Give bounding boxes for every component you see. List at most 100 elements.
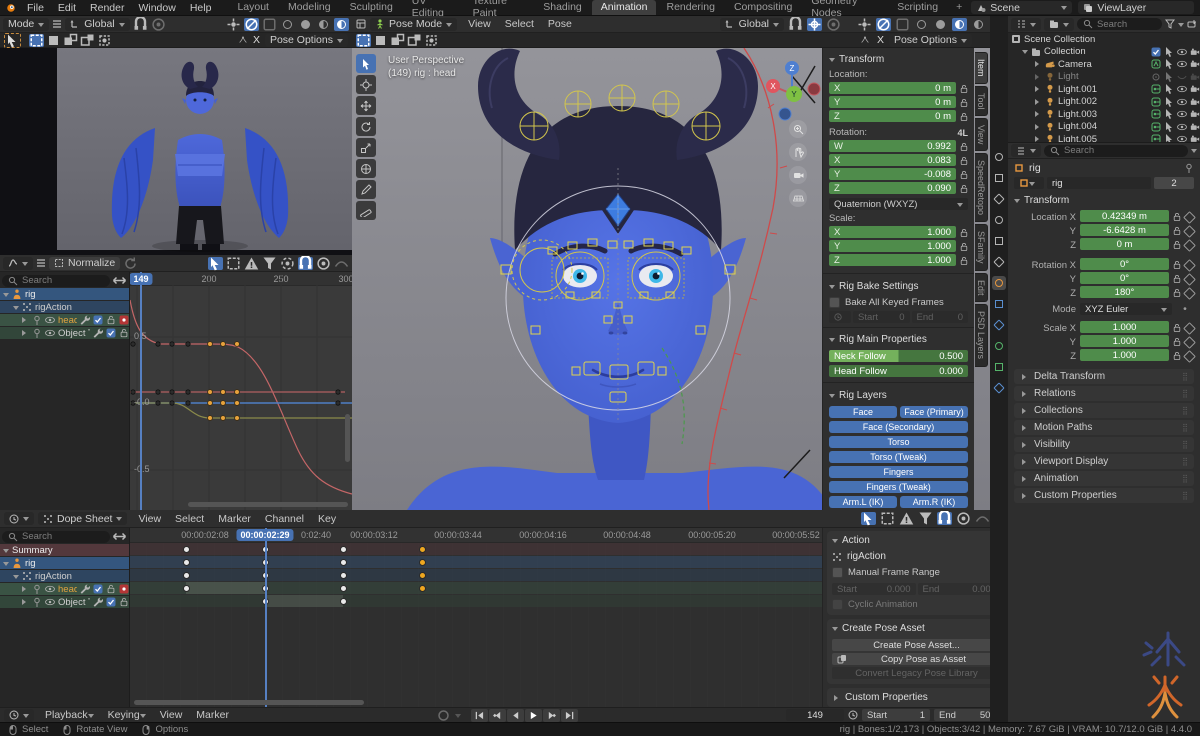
field-z[interactable]: Z0 m — [829, 110, 956, 122]
rig-main-header[interactable]: Rig Main Properties — [829, 332, 968, 347]
slider-head-follow[interactable]: Head Follow0.000 — [829, 365, 968, 377]
rotation-mode-select[interactable]: XYZ Euler — [1080, 303, 1172, 315]
perspective-toggle-icon[interactable] — [789, 189, 807, 207]
action-name[interactable]: rigAction — [847, 551, 886, 562]
outliner-row-light-004[interactable]: Light.004 — [1008, 121, 1200, 134]
tool-transform[interactable] — [356, 159, 376, 178]
graph-curve-icon[interactable] — [334, 257, 349, 270]
timeline-editor-dropdown[interactable] — [4, 709, 34, 722]
keyframe[interactable] — [419, 585, 426, 592]
workspace-tab-scripting[interactable]: Scripting — [888, 0, 947, 15]
use-preview-range-icon[interactable] — [848, 710, 858, 720]
properties-tab-object[interactable] — [992, 276, 1006, 290]
users-count-badge[interactable]: 2 — [1154, 177, 1194, 189]
properties-tab-scene[interactable] — [992, 234, 1006, 248]
field-y[interactable]: Y-0.008 — [829, 168, 956, 180]
field-y[interactable]: Y0 m — [829, 96, 956, 108]
collapsed-triangle-icon[interactable] — [1022, 476, 1029, 482]
unlock-icon[interactable] — [1173, 337, 1181, 347]
main-menu-select[interactable]: Select — [498, 18, 541, 30]
eye-toggle-icon[interactable] — [1177, 47, 1187, 57]
pointer-toggle-icon[interactable] — [1164, 84, 1174, 94]
zoom-icon[interactable] — [789, 120, 807, 138]
prop-field[interactable]: 0° — [1080, 258, 1169, 270]
main-proportional-icon[interactable] — [826, 18, 841, 31]
id-type-dropdown[interactable] — [1014, 177, 1044, 189]
main-menu-pose[interactable]: Pose — [541, 18, 579, 30]
rotation-lock-badge[interactable]: 4L — [957, 128, 968, 138]
camera-orientation-dropdown[interactable]: Global — [65, 18, 129, 31]
lock-icon[interactable] — [119, 328, 129, 338]
tool-cursor[interactable] — [356, 75, 376, 94]
copy-pose-asset-button[interactable]: Copy Pose as Asset — [832, 653, 1001, 665]
properties-tab-particles[interactable] — [992, 339, 1006, 353]
camera-toggle-icon[interactable] — [1190, 97, 1200, 107]
mirror-x-toggle[interactable]: X — [250, 34, 263, 46]
collapsed-triangle-icon[interactable] — [1022, 391, 1029, 397]
keyframe[interactable] — [183, 559, 190, 566]
shading-wireframe-icon[interactable] — [280, 18, 295, 31]
select-mode-5-icon[interactable] — [97, 34, 112, 47]
breadcrumb-object[interactable]: rig — [1029, 162, 1041, 174]
camera-toggle-icon[interactable] — [1190, 59, 1200, 69]
properties-tab-output[interactable] — [992, 192, 1006, 206]
rig-bake-header[interactable]: Rig Bake Settings — [829, 279, 968, 294]
pin-icon[interactable] — [1184, 163, 1194, 173]
properties-tab-constraints[interactable] — [992, 318, 1006, 332]
new-collection-icon[interactable] — [1187, 19, 1197, 29]
auto-keying-icon[interactable] — [436, 709, 451, 722]
prop-field[interactable]: 0.42349 m — [1080, 210, 1169, 222]
eye-closed-toggle-icon[interactable] — [1177, 72, 1187, 82]
workspace-tab-layout[interactable]: Layout — [228, 0, 278, 15]
properties-tab-modifiers[interactable] — [992, 381, 1006, 395]
camera-mode-dropdown[interactable]: Mode — [3, 18, 49, 31]
keyframe-diamond-icon[interactable] — [1183, 336, 1196, 349]
collapsed-triangle-icon[interactable] — [1022, 408, 1029, 414]
outliner-filter-dropdown[interactable] — [1044, 18, 1074, 31]
workspace-tab-animation[interactable]: Animation — [592, 0, 657, 15]
rig-layer-face[interactable]: Face — [829, 406, 897, 418]
main-shading-wireframe-icon[interactable] — [914, 18, 929, 31]
unlock-icon[interactable] — [960, 256, 968, 266]
graph-playhead[interactable] — [140, 272, 142, 510]
prop-field[interactable]: 180° — [1080, 286, 1169, 298]
unlock-icon[interactable] — [960, 156, 968, 166]
tool-tweak[interactable] — [356, 54, 376, 73]
camera-toggle-icon[interactable] — [1190, 84, 1200, 94]
modifier-icon[interactable] — [93, 328, 103, 338]
camera-scene[interactable] — [0, 48, 352, 255]
keyframe-diamond-icon[interactable] — [1183, 239, 1196, 252]
dope-channel-head[interactable]: head — [0, 583, 129, 595]
custom-properties-header[interactable]: Custom Properties — [832, 690, 1001, 705]
camera-pose-options-dropdown[interactable]: Pose Options — [265, 34, 348, 47]
prop-field[interactable]: 1.000 — [1080, 349, 1169, 361]
properties-tab-physics[interactable] — [992, 297, 1006, 311]
camera-toggle-icon[interactable] — [1190, 47, 1200, 57]
expanded-triangle-icon[interactable] — [13, 575, 19, 582]
main-shading-solid-icon[interactable] — [933, 18, 948, 31]
enable-checkbox-icon[interactable] — [106, 597, 116, 607]
eye-toggle-icon[interactable] — [1177, 134, 1187, 142]
tool-measure[interactable] — [356, 201, 376, 220]
menu-file[interactable]: File — [20, 2, 51, 14]
dope-expand-icon[interactable] — [112, 530, 127, 543]
menu-window[interactable]: Window — [131, 2, 182, 14]
keyframe[interactable] — [183, 572, 190, 579]
bake-clock-icon[interactable] — [829, 311, 851, 323]
expanded-triangle-icon[interactable] — [13, 306, 19, 313]
unlock-icon[interactable] — [960, 98, 968, 108]
properties-tab-view-layer[interactable] — [992, 213, 1006, 227]
modifier-icon[interactable] — [93, 597, 103, 607]
rotation-mode-dropdown[interactable]: Quaternion (WXYZ) — [829, 198, 968, 210]
unlock-icon[interactable] — [960, 184, 968, 194]
unlock-icon[interactable] — [1173, 226, 1181, 236]
pointer-toggle-icon[interactable] — [1164, 122, 1174, 132]
n-tab-view[interactable]: View — [975, 118, 988, 151]
expanded-triangle-icon[interactable] — [3, 293, 9, 300]
collapsed-triangle-icon[interactable] — [22, 586, 29, 592]
collapsed-triangle-icon[interactable] — [1035, 124, 1042, 130]
dope-filter-icon[interactable] — [918, 512, 933, 525]
keyframe-diamond-icon[interactable] — [1183, 322, 1196, 335]
camera-toggle-icon[interactable] — [1190, 134, 1200, 142]
rig-layer-torso[interactable]: Torso — [829, 436, 968, 448]
